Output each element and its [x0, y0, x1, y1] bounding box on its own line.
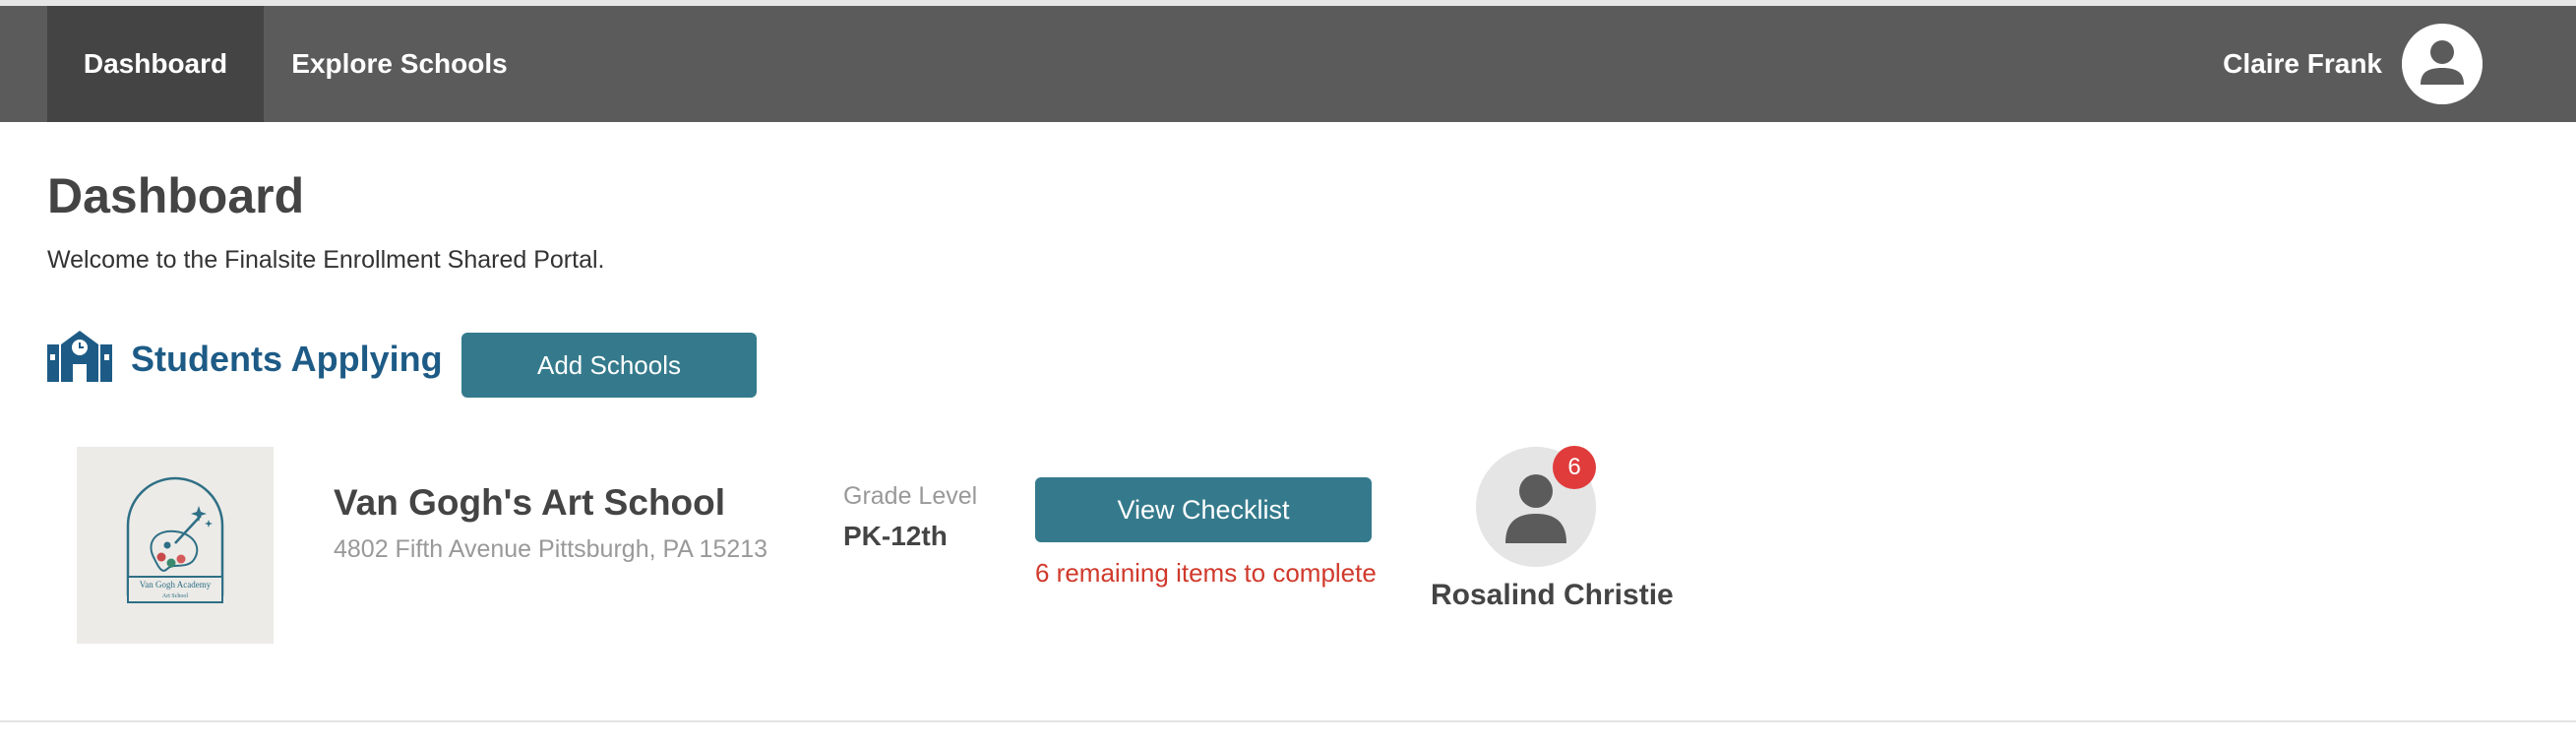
user-avatar-icon[interactable] [2402, 24, 2483, 104]
grade-level-label: Grade Level [843, 482, 978, 510]
nav-explore-label: Explore Schools [291, 48, 508, 79]
notification-badge: 6 [1553, 446, 1596, 489]
page-title: Dashboard [47, 168, 305, 223]
section-title: Students Applying [131, 339, 443, 379]
remaining-items-text: 6 remaining items to complete [1035, 558, 1377, 588]
logo-text: Van Gogh Academy [140, 580, 212, 590]
top-navbar: Dashboard Explore Schools Claire Frank [0, 6, 2576, 122]
view-checklist-button[interactable]: View Checklist [1035, 477, 1372, 542]
user-name: Claire Frank [2223, 48, 2382, 79]
add-schools-button[interactable]: Add Schools [461, 333, 757, 398]
logo-subtext: Art School [162, 593, 188, 599]
nav-dashboard-label: Dashboard [83, 48, 228, 79]
divider [0, 720, 2576, 722]
grade-level-value: PK-12th [843, 521, 948, 551]
nav-dashboard-tab[interactable]: Dashboard [47, 6, 264, 122]
user-menu[interactable]: Claire Frank [2223, 6, 2483, 122]
school-name: Van Gogh's Art School [334, 482, 726, 523]
school-building-icon [47, 331, 112, 382]
student-name: Rosalind Christie [1431, 579, 1674, 611]
nav-explore-schools-tab[interactable]: Explore Schools [264, 6, 535, 122]
school-logo: Van Gogh Academy Art School [77, 447, 274, 644]
welcome-message: Welcome to the Finalsite Enrollment Shar… [47, 246, 605, 274]
school-address: 4802 Fifth Avenue Pittsburgh, PA 15213 [334, 535, 768, 563]
